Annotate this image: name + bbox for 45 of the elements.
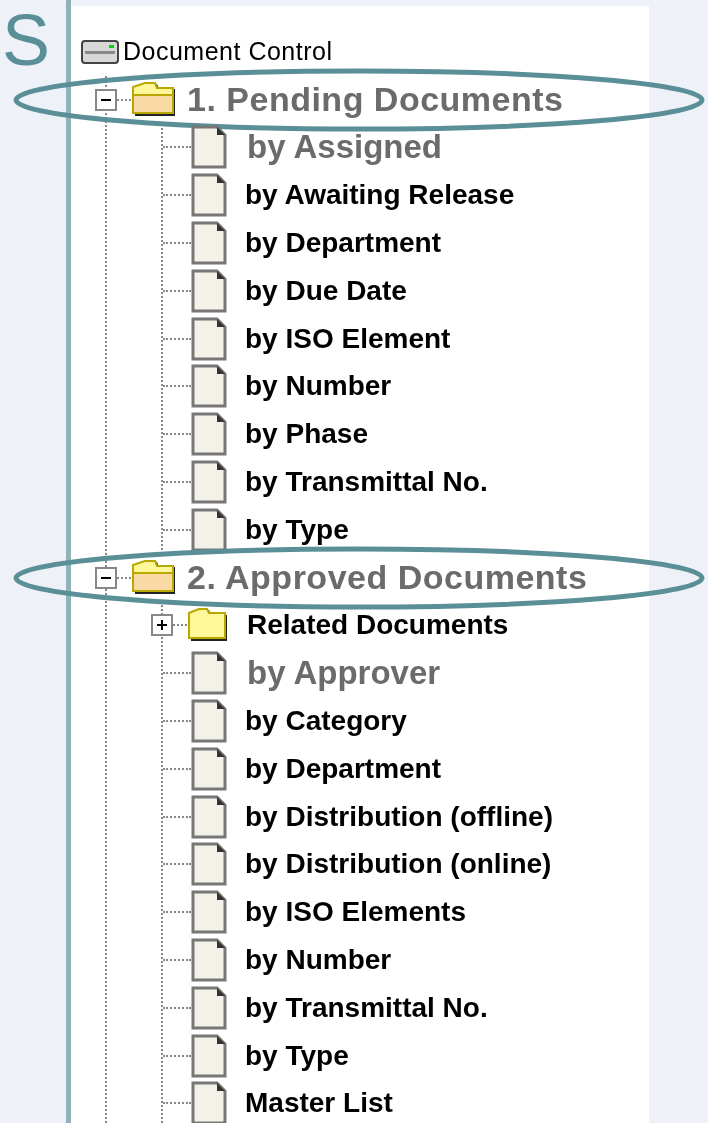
tree-item-label[interactable]: Related Documents: [247, 609, 509, 642]
document-icon: [191, 1081, 227, 1123]
document-icon: [191, 364, 227, 409]
tree-item-label[interactable]: by Transmittal No.: [245, 466, 488, 499]
tree-item-label[interactable]: by Number: [245, 370, 392, 403]
expander-toggle[interactable]: [151, 614, 173, 637]
document-icon: [191, 985, 227, 1030]
tree-item-label[interactable]: by Assigned: [247, 128, 442, 167]
tree-root-label[interactable]: Document Control: [123, 37, 333, 67]
document-icon: [191, 507, 227, 552]
document-icon: [191, 746, 227, 791]
tree-item-label[interactable]: by Due Date: [245, 274, 407, 307]
document-icon: [191, 842, 227, 887]
tree-item-label[interactable]: by Department: [245, 752, 442, 785]
document-icon: [191, 460, 227, 505]
tree-item-label[interactable]: by Phase: [245, 418, 368, 451]
document-icon: [191, 890, 227, 935]
tree-item-label[interactable]: by Category: [245, 705, 407, 738]
tree-item-label[interactable]: by Distribution (offline): [245, 800, 553, 833]
expander-toggle[interactable]: [95, 566, 117, 589]
tree-item-label[interactable]: by Type: [245, 1039, 349, 1072]
document-icon: [191, 125, 227, 170]
tree-item-label[interactable]: by ISO Elements: [245, 896, 466, 929]
tree-item-label[interactable]: by Type: [245, 513, 349, 546]
document-icon: [191, 412, 227, 457]
document-icon: [191, 268, 227, 313]
tree-item-label[interactable]: by Distribution (online): [245, 848, 552, 881]
document-icon: [191, 316, 227, 361]
tree-item-label[interactable]: by Department: [245, 227, 442, 260]
slide-title: S: [2, 0, 52, 80]
tree-item-label[interactable]: Master List: [245, 1087, 393, 1120]
document-icon: [191, 794, 227, 839]
tree-item-label[interactable]: by Transmittal No.: [245, 991, 488, 1024]
document-icon: [191, 221, 227, 266]
tree-item-label[interactable]: by ISO Element: [245, 322, 451, 355]
folder-icon: [187, 607, 229, 644]
expander-toggle[interactable]: [95, 88, 117, 111]
tree-item-label[interactable]: by Approver: [247, 654, 441, 693]
tree-item-label[interactable]: by Number: [245, 944, 392, 977]
document-icon: [191, 651, 227, 696]
document-icon: [191, 938, 227, 983]
document-icon: [191, 699, 227, 744]
document-icon: [191, 173, 227, 218]
document-icon: [191, 1033, 227, 1078]
tree-item-label[interactable]: by Awaiting Release: [245, 179, 515, 212]
